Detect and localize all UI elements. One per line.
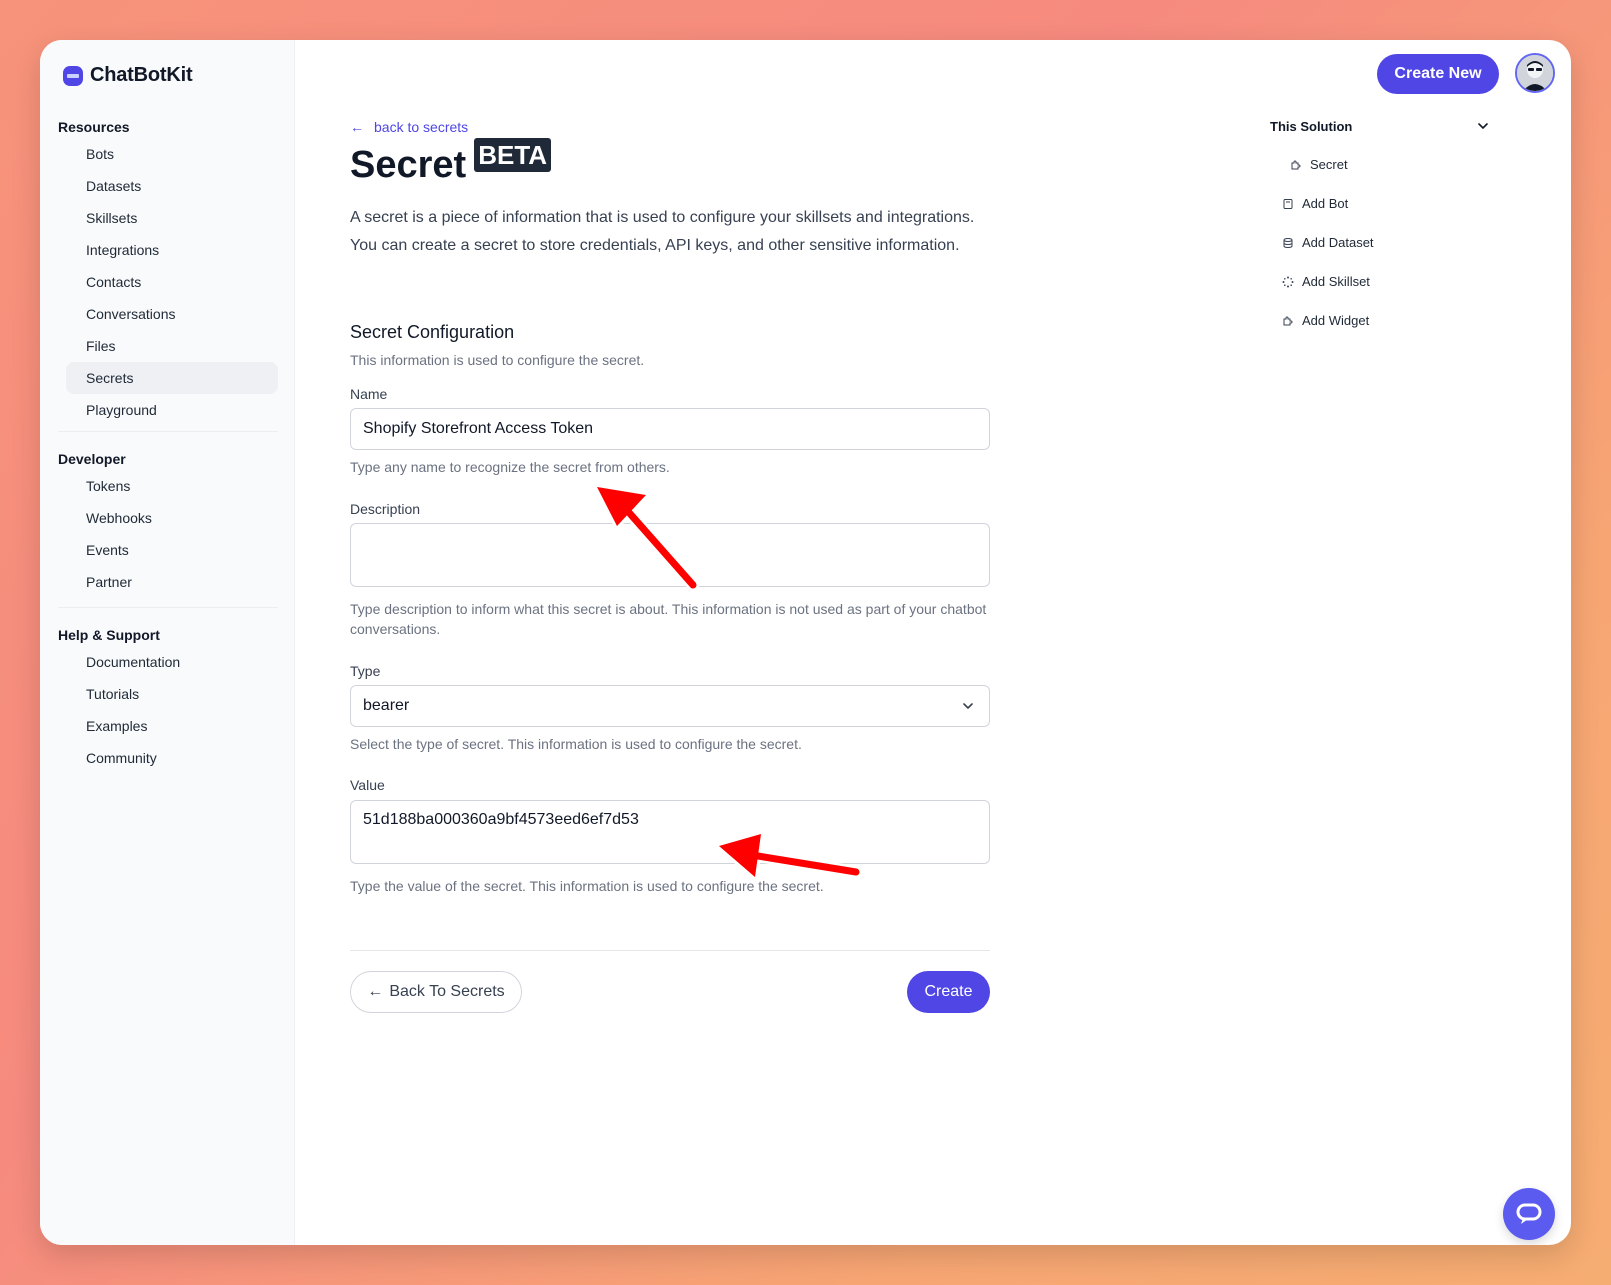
database-icon bbox=[1283, 237, 1293, 248]
back-link-label: back to secrets bbox=[374, 119, 469, 135]
description-hint: Type description to inform what this sec… bbox=[350, 601, 987, 637]
form-divider bbox=[350, 950, 990, 951]
sidebar-item-tutorials[interactable]: Tutorials bbox=[66, 678, 278, 710]
skillset-icon bbox=[1282, 276, 1294, 287]
bot-icon bbox=[1283, 198, 1293, 209]
sidebar-item-events[interactable]: Events bbox=[66, 534, 278, 566]
create-new-button[interactable]: Create New bbox=[1377, 54, 1499, 94]
main-content: ← back to secrets Secret BETA A secret i… bbox=[350, 40, 1010, 1245]
name-hint: Type any name to recognize the secret fr… bbox=[350, 459, 670, 475]
description-input[interactable] bbox=[350, 523, 990, 587]
page-intro: A secret is a piece of information that … bbox=[350, 209, 975, 254]
sidebar-item-documentation[interactable]: Documentation bbox=[66, 646, 278, 678]
solution-panel-header[interactable]: This Solution bbox=[1270, 114, 1490, 138]
sidebar-item-conversations[interactable]: Conversations bbox=[66, 298, 278, 330]
sidebar-item-integrations[interactable]: Integrations bbox=[66, 234, 278, 266]
back-to-secrets-link[interactable]: ← back to secrets bbox=[350, 119, 468, 135]
widget-icon bbox=[1283, 316, 1293, 325]
sidebar-item-datasets[interactable]: Datasets bbox=[66, 170, 278, 202]
solution-item-add-dataset[interactable]: Add Dataset bbox=[1270, 223, 1490, 262]
app-name: ChatBotKit bbox=[90, 64, 193, 86]
page-title-text: Secret bbox=[350, 144, 467, 186]
type-select[interactable]: bearer bbox=[350, 685, 990, 727]
arrow-left-icon: ← bbox=[367, 983, 384, 1000]
name-input[interactable] bbox=[350, 408, 990, 450]
logo[interactable]: ChatBotKit bbox=[62, 64, 193, 87]
solution-item-label: Add Bot bbox=[1302, 196, 1349, 211]
beta-badge: BETA bbox=[474, 138, 552, 172]
section-description: This information is used to configure th… bbox=[350, 352, 645, 368]
solution-item-add-bot[interactable]: Add Bot bbox=[1270, 184, 1490, 223]
arrow-left-icon: ← bbox=[350, 119, 364, 135]
solution-panel: This Solution Secret Add Bot Add Dataset… bbox=[1270, 114, 1490, 340]
type-hint: Select the type of secret. This informat… bbox=[350, 736, 802, 752]
sidebar-item-webhooks[interactable]: Webhooks bbox=[66, 502, 278, 534]
nav-title-help: Help & Support bbox=[58, 627, 160, 643]
app-window: ChatBotKit Resources Bots Datasets Skill… bbox=[40, 40, 1571, 1245]
sidebar-item-examples[interactable]: Examples bbox=[66, 710, 278, 742]
sidebar-item-secrets[interactable]: Secrets bbox=[66, 362, 278, 394]
logo-icon bbox=[63, 65, 83, 86]
nav-resources: Resources Bots Datasets Skillsets Integr… bbox=[58, 116, 278, 426]
page-title: Secret BETA bbox=[350, 138, 552, 190]
solution-item-secret[interactable]: Secret bbox=[1270, 145, 1490, 184]
solution-item-label: Add Dataset bbox=[1302, 235, 1374, 250]
value-input[interactable]: 51d188ba000360a9bf4573eed6ef7d53 bbox=[350, 800, 990, 864]
solution-item-label: Add Widget bbox=[1302, 313, 1370, 328]
nav-title-developer: Developer bbox=[58, 451, 126, 467]
user-avatar-icon bbox=[1517, 55, 1553, 91]
section-title: Secret Configuration bbox=[350, 322, 515, 342]
sidebar: ChatBotKit Resources Bots Datasets Skill… bbox=[40, 40, 295, 1245]
chat-icon bbox=[1516, 1203, 1542, 1224]
nav-divider bbox=[58, 431, 278, 432]
sidebar-item-tokens[interactable]: Tokens bbox=[66, 470, 278, 502]
chat-widget-button[interactable] bbox=[1503, 1188, 1555, 1240]
value-label: Value bbox=[350, 777, 385, 793]
create-button[interactable]: Create bbox=[907, 971, 990, 1013]
solution-item-add-widget[interactable]: Add Widget bbox=[1270, 301, 1490, 340]
solution-item-label: Add Skillset bbox=[1302, 274, 1370, 289]
nav-divider bbox=[58, 607, 278, 608]
sidebar-item-playground[interactable]: Playground bbox=[66, 394, 278, 426]
type-label: Type bbox=[350, 663, 381, 679]
type-select-value: bearer bbox=[363, 697, 410, 714]
name-label: Name bbox=[350, 386, 388, 402]
solution-item-label: Secret bbox=[1310, 157, 1348, 172]
description-label: Description bbox=[350, 501, 421, 517]
sidebar-item-contacts[interactable]: Contacts bbox=[66, 266, 278, 298]
nav-developer: Developer Tokens Webhooks Events Partner bbox=[58, 448, 278, 598]
avatar[interactable] bbox=[1515, 53, 1555, 93]
back-button-label: Back To Secrets bbox=[389, 983, 505, 1000]
value-hint: Type the value of the secret. This infor… bbox=[350, 878, 824, 894]
sidebar-item-community[interactable]: Community bbox=[66, 742, 278, 774]
sidebar-item-files[interactable]: Files bbox=[66, 330, 278, 362]
solution-panel-title: This Solution bbox=[1270, 118, 1353, 134]
puzzle-icon bbox=[1291, 160, 1301, 169]
back-to-secrets-button[interactable]: ← Back To Secrets bbox=[350, 971, 522, 1013]
solution-item-add-skillset[interactable]: Add Skillset bbox=[1270, 262, 1490, 301]
nav-help: Help & Support Documentation Tutorials E… bbox=[58, 624, 278, 774]
sidebar-item-bots[interactable]: Bots bbox=[66, 138, 278, 170]
chevron-down-icon bbox=[963, 703, 973, 710]
sidebar-item-skillsets[interactable]: Skillsets bbox=[66, 202, 278, 234]
sidebar-item-partner[interactable]: Partner bbox=[66, 566, 278, 598]
chevron-down-icon bbox=[1478, 123, 1488, 130]
nav-title-resources: Resources bbox=[58, 119, 130, 135]
